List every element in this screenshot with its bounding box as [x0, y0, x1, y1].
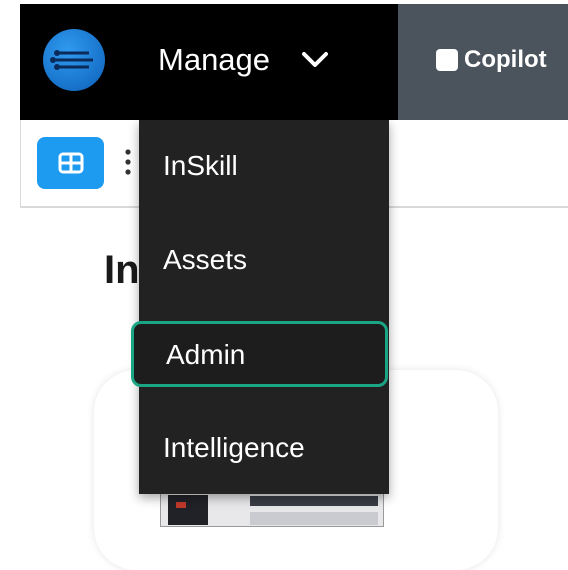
- menu-item-admin[interactable]: Admin: [131, 321, 388, 387]
- device-indicator: [176, 502, 186, 508]
- checkbox-icon[interactable]: [436, 49, 458, 71]
- device-panel: [168, 495, 208, 525]
- menu-item-label: Admin: [166, 339, 246, 370]
- menu-item-assets[interactable]: Assets: [139, 230, 389, 290]
- copilot-toggle[interactable]: Copilot: [436, 44, 547, 76]
- device-display: [250, 496, 378, 506]
- logo-icon[interactable]: [43, 29, 105, 91]
- device-body: [250, 512, 378, 525]
- menu-item-inskill[interactable]: InSkill: [139, 136, 389, 196]
- left-margin: [0, 0, 20, 525]
- menu-item-label: Intelligence: [163, 432, 305, 463]
- grid-view-icon: [58, 152, 83, 174]
- menu-item-intelligence[interactable]: Intelligence: [139, 418, 389, 478]
- copilot-label: Copilot: [464, 46, 547, 73]
- more-vertical-icon[interactable]: [124, 147, 132, 177]
- grid-view-button[interactable]: [37, 137, 104, 189]
- menu-item-label: InSkill: [163, 150, 238, 181]
- chevron-down-icon[interactable]: [298, 46, 332, 74]
- manage-label: Manage: [158, 42, 271, 77]
- manage-menu-button[interactable]: Manage: [158, 40, 270, 80]
- menu-item-label: Assets: [163, 244, 248, 275]
